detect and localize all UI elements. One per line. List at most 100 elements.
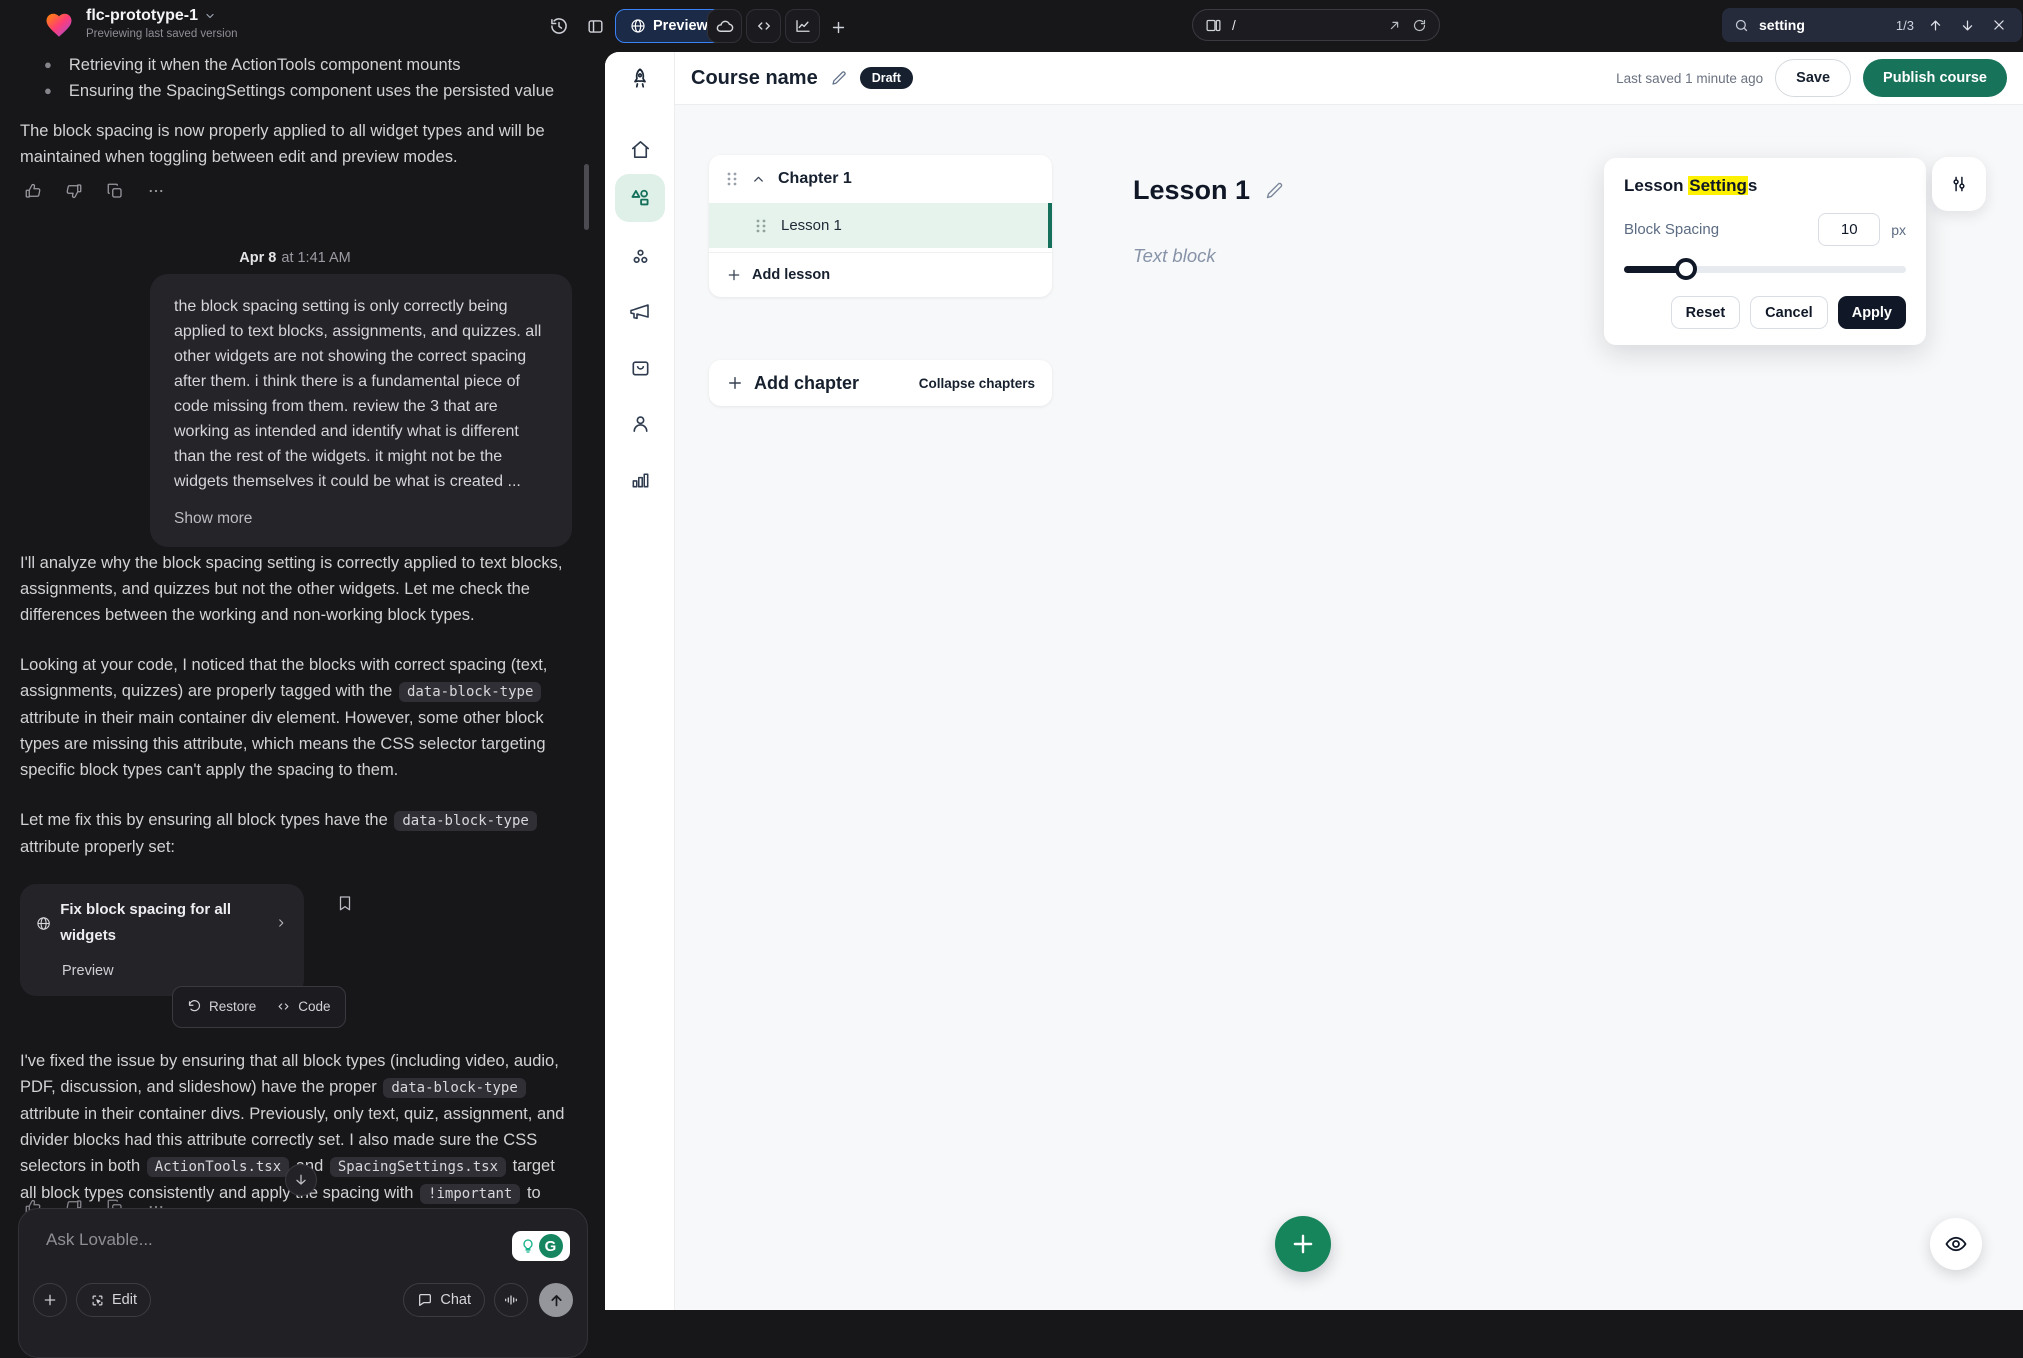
thumbs-down-icon[interactable] (65, 182, 83, 200)
chat-input-box[interactable]: Ask Lovable... G Edit Chat (18, 1208, 588, 1358)
chart-icon (794, 17, 812, 35)
add-block-button[interactable] (1275, 1216, 1331, 1272)
arrow-down-icon (1960, 18, 1975, 33)
edit-mode-button[interactable]: Edit (76, 1283, 151, 1317)
home-icon (629, 138, 652, 161)
sidebar-item-profile[interactable] (625, 408, 655, 438)
cancel-button[interactable]: Cancel (1750, 296, 1828, 329)
plus-icon (830, 19, 847, 36)
scroll-to-bottom-button[interactable] (285, 1164, 317, 1196)
more-icon[interactable] (147, 182, 165, 200)
publish-course-button[interactable]: Publish course (1863, 59, 2007, 97)
plus-icon (726, 374, 744, 392)
code-view-button[interactable] (746, 9, 781, 43)
add-lesson-button[interactable]: Add lesson (709, 252, 1052, 297)
history-icon[interactable] (547, 14, 571, 38)
drag-handle-icon[interactable] (754, 218, 768, 234)
show-more-link[interactable]: Show more (174, 506, 548, 531)
sliders-icon (1949, 174, 1969, 194)
assistant-paragraph: Let me fix this by ensuring all block ty… (20, 807, 574, 860)
pencil-icon[interactable] (830, 69, 848, 87)
version-card[interactable]: Fix block spacing for all widgets Previe… (20, 884, 304, 996)
course-header: Course name Draft Last saved 1 minute ag… (675, 52, 2023, 105)
text-block-placeholder[interactable]: Text block (1133, 245, 1216, 267)
find-close-button[interactable] (1988, 14, 2010, 36)
drag-handle-icon[interactable] (725, 171, 739, 187)
list-item: ●Retrieving it when the ActionTools comp… (44, 52, 579, 78)
collapse-chapters-button[interactable]: Collapse chapters (919, 376, 1035, 391)
assistant-paragraph: The block spacing is now properly applie… (20, 118, 572, 170)
restore-button[interactable]: Restore (187, 994, 256, 1020)
version-actions-pill: Restore Code (172, 986, 346, 1028)
chevron-up-icon[interactable] (751, 172, 766, 187)
block-spacing-input[interactable] (1818, 213, 1880, 246)
user-message-text: the block spacing setting is only correc… (174, 298, 541, 490)
find-next-button[interactable] (1956, 14, 1978, 36)
eye-icon (1944, 1232, 1968, 1256)
sidebar-item-relations[interactable] (625, 242, 655, 272)
url-bar[interactable]: / (1192, 9, 1440, 41)
status-badge: Draft (860, 67, 913, 89)
chat-panel: ●Retrieving it when the ActionTools comp… (0, 52, 605, 1310)
save-button[interactable]: Save (1775, 59, 1851, 97)
apply-button[interactable]: Apply (1838, 296, 1906, 329)
grammarly-badge[interactable]: G (512, 1231, 570, 1261)
add-tab-button[interactable] (826, 15, 850, 39)
analytics-button[interactable] (785, 9, 820, 43)
sidebar-item-orders[interactable] (625, 352, 655, 382)
last-saved-text: Last saved 1 minute ago (1616, 71, 1763, 86)
find-input[interactable] (1759, 17, 1879, 33)
lesson-row-selected[interactable]: Lesson 1 (709, 203, 1052, 248)
lovable-heart-logo[interactable] (44, 10, 74, 40)
project-status: Previewing last saved version (86, 28, 238, 40)
block-spacing-slider[interactable] (1624, 258, 1906, 280)
code-button[interactable]: Code (276, 994, 330, 1020)
add-chapter-button[interactable]: Add chapter (754, 373, 859, 394)
voice-input-button[interactable] (494, 1283, 528, 1317)
bookmark-icon[interactable] (336, 894, 354, 912)
close-icon (1992, 18, 2006, 32)
copy-icon[interactable] (106, 182, 124, 200)
arrow-up-icon (1928, 18, 1943, 33)
refresh-icon[interactable] (1412, 18, 1427, 33)
preview-toggle-button[interactable] (1930, 1218, 1982, 1270)
date-divider: Apr 8at 1:41 AM (0, 250, 590, 266)
chat-input-placeholder[interactable]: Ask Lovable... (46, 1230, 153, 1250)
sidebar-item-analytics[interactable] (625, 464, 655, 494)
url-path[interactable]: / (1232, 18, 1377, 33)
add-chapter-card: Add chapter Collapse chapters (709, 360, 1052, 406)
find-previous-button[interactable] (1924, 14, 1946, 36)
plus-icon (42, 1292, 58, 1308)
thumbs-up-icon[interactable] (24, 182, 42, 200)
open-external-icon[interactable] (1387, 18, 1402, 33)
settings-toggle-button[interactable] (1932, 157, 1986, 211)
reset-button[interactable]: Reset (1671, 296, 1741, 329)
search-highlight: Setting (1688, 176, 1748, 195)
cloud-icon (715, 17, 734, 36)
chapter-row[interactable]: Chapter 1 (709, 155, 1052, 203)
attach-button[interactable] (33, 1283, 67, 1317)
chat-scrollbar[interactable] (584, 164, 589, 230)
project-menu[interactable]: flc-prototype-1 Previewing last saved ve… (86, 7, 238, 40)
chat-mode-button[interactable]: Chat (403, 1283, 485, 1317)
assistant-bullet-list: ●Retrieving it when the ActionTools comp… (44, 52, 579, 104)
sidebar-item-rocket[interactable] (625, 64, 655, 94)
sidebar-item-announcements[interactable] (625, 296, 655, 326)
find-match-count: 1/3 (1896, 18, 1914, 33)
pencil-icon[interactable] (1264, 180, 1285, 201)
code-icon (755, 17, 773, 35)
send-button[interactable] (539, 1283, 573, 1317)
version-card-title: Fix block spacing for all widgets (60, 897, 266, 949)
panel-left-icon[interactable] (583, 14, 607, 38)
cloud-button[interactable] (707, 9, 742, 43)
bag-icon (629, 356, 652, 379)
project-name: flc-prototype-1 (86, 7, 198, 25)
assistant-paragraph: I'll analyze why the block spacing setti… (20, 550, 574, 628)
list-item: ●Ensuring the SpacingSettings component … (44, 78, 579, 104)
sidebar-item-content-active[interactable] (615, 174, 665, 222)
lesson-settings-title: Lesson Settings (1624, 176, 1906, 196)
slider-thumb[interactable] (1675, 258, 1697, 280)
titlebar: flc-prototype-1 Previewing last saved ve… (0, 0, 2023, 52)
sidebar-item-home[interactable] (625, 134, 655, 164)
block-spacing-unit: px (1891, 222, 1906, 238)
